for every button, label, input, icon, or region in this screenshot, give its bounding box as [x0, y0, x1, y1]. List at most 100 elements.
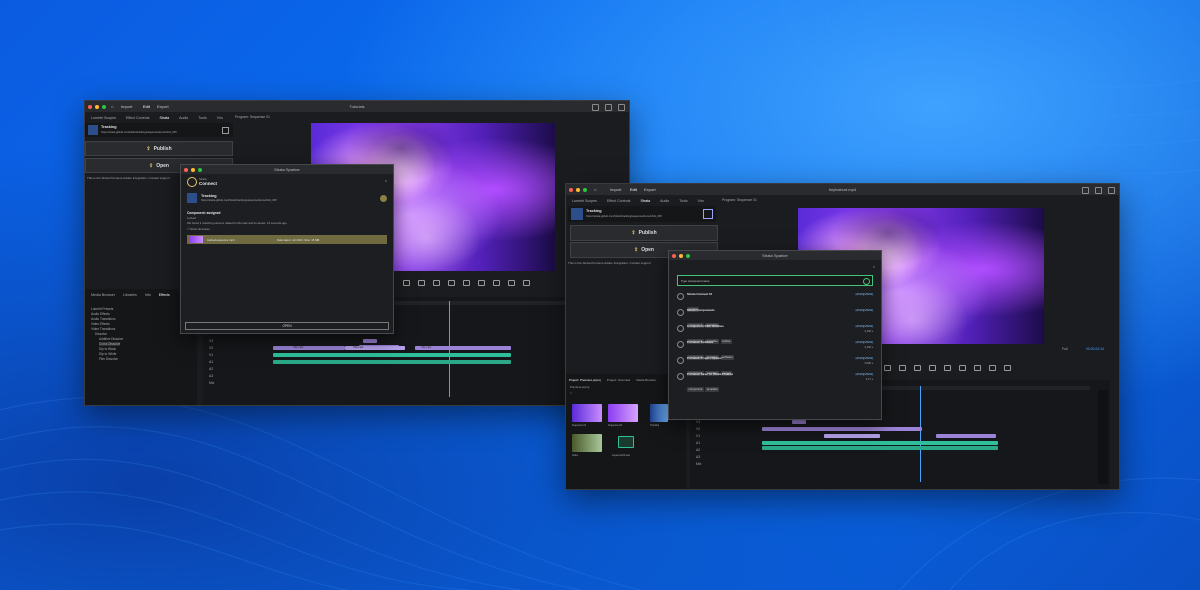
- clip-v1b[interactable]: [936, 434, 996, 438]
- result-item[interactable]: Premiere Project Opener component templat…: [677, 356, 873, 376]
- tab-media-browser[interactable]: Media Browser: [91, 293, 115, 297]
- settings-icon[interactable]: [222, 127, 229, 134]
- tree-item[interactable]: Video Effects: [91, 322, 110, 326]
- publish-button[interactable]: ⇪ Publish: [570, 225, 718, 241]
- step-forward-icon[interactable]: [463, 280, 470, 286]
- tab-media-browser[interactable]: Media Browser: [636, 378, 656, 382]
- workspace-icon[interactable]: [592, 104, 599, 111]
- settings-icon[interactable]: [1004, 365, 1011, 371]
- tab-lumetri[interactable]: Lumetri Scopes: [572, 199, 597, 203]
- result-item[interactable]: Strata Components component template [ADD…: [677, 308, 873, 328]
- bin-item-thumb[interactable]: [650, 404, 668, 422]
- settings-icon[interactable]: [703, 209, 713, 219]
- audio-clip-a2[interactable]: [273, 360, 511, 364]
- result-link[interactable]: [ADD][VIEW]: [856, 372, 873, 376]
- tab-effect-controls[interactable]: Effect Controls: [607, 199, 631, 203]
- tree-item[interactable]: Dip to Black: [99, 347, 116, 351]
- tab-libraries[interactable]: Libraries: [123, 293, 137, 297]
- export-frame-icon[interactable]: [508, 280, 515, 286]
- result-link[interactable]: [ADD][VIEW]: [856, 356, 873, 360]
- tab-strata[interactable]: Strata: [640, 199, 650, 203]
- workspace-icon[interactable]: [1082, 187, 1089, 194]
- clip-v1b[interactable]: Clip.mp4: [345, 346, 405, 350]
- search-icon[interactable]: ⌕: [570, 391, 572, 395]
- result-item[interactable]: Component Path Outlines component templat…: [677, 324, 873, 344]
- tree-item[interactable]: Audio Effects: [91, 312, 110, 316]
- result-link[interactable]: [ADD][VIEW]: [856, 292, 873, 296]
- search-input[interactable]: Type component name: [677, 275, 873, 286]
- tab-effects[interactable]: Effects: [159, 293, 170, 297]
- show-all-checkbox[interactable]: ☐ Show all assets: [187, 227, 210, 231]
- step-forward-icon[interactable]: [944, 365, 951, 371]
- tree-item[interactable]: Dissolve: [95, 332, 107, 336]
- insert-icon[interactable]: [478, 280, 485, 286]
- clip-v3[interactable]: [363, 339, 377, 343]
- result-link[interactable]: [ADD][VIEW]: [856, 340, 873, 344]
- tree-item[interactable]: Lumetri Presets: [91, 307, 113, 311]
- clip-v1[interactable]: [824, 434, 880, 438]
- tree-item[interactable]: Audio Transitions: [91, 317, 115, 321]
- radio-icon[interactable]: [677, 325, 684, 332]
- mark-in-icon[interactable]: [403, 280, 410, 286]
- program-monitor-tab[interactable]: Program: Sequence 01: [722, 198, 757, 202]
- result-link[interactable]: [ADD][VIEW]: [856, 308, 873, 312]
- step-back-icon[interactable]: [433, 280, 440, 286]
- tab-tools[interactable]: Tools: [679, 199, 687, 203]
- search-confirm-icon[interactable]: [863, 277, 870, 285]
- overwrite-icon[interactable]: [493, 280, 500, 286]
- result-item[interactable]: Premiere Save To Strata Finalize compone…: [677, 372, 873, 392]
- share-icon[interactable]: [605, 104, 612, 111]
- program-monitor-tab[interactable]: Program: Sequence 01: [235, 115, 270, 119]
- tab-lumetri[interactable]: Lumetri Scopes: [91, 116, 116, 120]
- tracking-card[interactable]: Tracking https://strata.github.com/folde…: [85, 123, 233, 137]
- radio-icon[interactable]: [677, 373, 684, 380]
- tree-item[interactable]: Video Transitions: [91, 327, 115, 331]
- tab-effect-controls[interactable]: Effect Controls: [126, 116, 150, 120]
- tracking-card[interactable]: Tracking https://strata.github.com/folde…: [568, 206, 716, 222]
- selected-asset-row[interactable]: trackedsequence.mp4 Date taken: Jul 2024…: [187, 235, 387, 244]
- mark-out-icon[interactable]: [418, 280, 425, 286]
- audio-clip-a2[interactable]: [762, 446, 998, 450]
- play-icon[interactable]: [929, 365, 936, 371]
- open-asset-button[interactable]: OPEN: [185, 322, 389, 330]
- tree-item[interactable]: Additive Dissolve: [99, 337, 123, 341]
- fullscreen-icon[interactable]: [1108, 187, 1115, 194]
- bin-item-thumb[interactable]: [572, 404, 602, 422]
- overwrite-icon[interactable]: [974, 365, 981, 371]
- tab-audio[interactable]: Audio: [179, 116, 188, 120]
- insert-icon[interactable]: [959, 365, 966, 371]
- mark-in-icon[interactable]: [884, 365, 891, 371]
- clip-v1[interactable]: Clip.mp4: [273, 346, 345, 350]
- radio-icon[interactable]: [677, 357, 684, 364]
- publish-button[interactable]: ⇪ Publish: [85, 141, 233, 156]
- tree-item[interactable]: Dip to White: [99, 352, 116, 356]
- settings-icon[interactable]: [523, 280, 530, 286]
- radio-icon[interactable]: [677, 341, 684, 348]
- result-link[interactable]: [ADD][VIEW]: [856, 324, 873, 328]
- close-icon[interactable]: ×: [385, 178, 387, 183]
- clip-v1c[interactable]: Clip.mp4: [415, 346, 511, 350]
- export-frame-icon[interactable]: [989, 365, 996, 371]
- tab-project[interactable]: Project: Premiere.prproj: [569, 378, 601, 382]
- tab-tools[interactable]: Tools: [198, 116, 206, 120]
- radio-icon[interactable]: [677, 293, 684, 300]
- step-back-icon[interactable]: [914, 365, 921, 371]
- tab-audio[interactable]: Audio: [660, 199, 669, 203]
- clip-v2[interactable]: [762, 427, 922, 431]
- tab-vim[interactable]: Vim: [217, 116, 223, 120]
- check-icon[interactable]: [380, 195, 387, 202]
- playhead[interactable]: [920, 386, 921, 482]
- audio-clip-a1[interactable]: [762, 441, 998, 445]
- tab-info[interactable]: Info: [145, 293, 151, 297]
- play-icon[interactable]: [448, 280, 455, 286]
- tab-overview[interactable]: Project: Overview: [607, 378, 631, 382]
- audio-clip-a1[interactable]: [273, 353, 511, 357]
- tab-strata[interactable]: Strata: [159, 116, 169, 120]
- tree-item-selected[interactable]: Cross Dissolve: [99, 342, 121, 346]
- fullscreen-icon[interactable]: [618, 104, 625, 111]
- share-icon[interactable]: [1095, 187, 1102, 194]
- mark-out-icon[interactable]: [899, 365, 906, 371]
- result-item[interactable]: Premiere Software component template softw…: [677, 340, 873, 360]
- clip-v3[interactable]: [792, 420, 806, 424]
- close-icon[interactable]: ×: [873, 264, 875, 269]
